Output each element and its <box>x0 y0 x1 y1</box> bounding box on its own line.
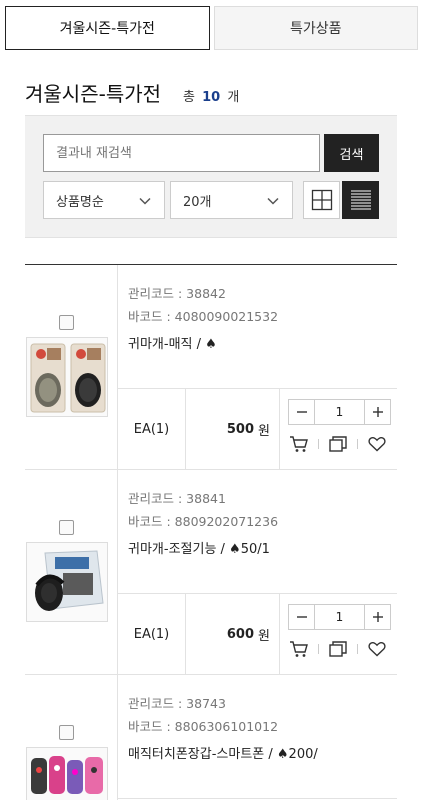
wishlist-button[interactable] <box>366 433 388 455</box>
divider <box>357 644 358 654</box>
minus-button[interactable] <box>289 400 314 424</box>
tab-special-products[interactable]: 특가상품 <box>213 6 418 50</box>
product-left-column <box>25 675 118 800</box>
search-input[interactable] <box>43 134 320 172</box>
search-panel: 검색 상품명순 20개 <box>25 115 397 238</box>
product-actions: 1 <box>288 399 391 458</box>
barcode: 바코드 : 4080090021532 <box>128 309 279 324</box>
product-purchase-area: EA(1) 600 원 1 <box>118 594 397 674</box>
product-icon-actions <box>288 430 391 458</box>
count-value: 10 <box>202 90 221 105</box>
copy-icon <box>329 436 347 452</box>
product-left-column <box>25 470 118 674</box>
quantity-value[interactable]: 1 <box>314 400 365 424</box>
grid-view-button[interactable] <box>303 181 340 219</box>
product-name[interactable]: 귀마개-조절기능 / ♠50/1 <box>128 538 278 561</box>
copy-button[interactable] <box>327 433 349 455</box>
product-actions: 1 <box>288 604 391 663</box>
per-page-select-value: 20개 <box>183 194 212 210</box>
per-page-select[interactable]: 20개 <box>170 181 293 219</box>
count-suffix: 개 <box>227 90 240 105</box>
product-name[interactable]: 매직터치폰장갑-스마트폰 / ♠200/ <box>128 743 318 766</box>
price-value: 500 <box>226 421 255 437</box>
divider <box>357 439 358 449</box>
result-count: 총 10 개 <box>183 86 239 105</box>
product-row: 관리코드 : 38842 바코드 : 4080090021532 귀마개-매직 … <box>25 265 397 469</box>
product-unit: EA(1) <box>118 389 186 469</box>
sort-select-value: 상품명순 <box>56 194 104 210</box>
product-checkbox[interactable] <box>59 520 74 535</box>
list-icon <box>350 190 371 210</box>
divider <box>318 439 319 449</box>
plus-button[interactable] <box>365 400 390 424</box>
product-icon-actions <box>288 635 391 663</box>
earmuff-product-image <box>27 543 107 621</box>
management-code: 관리코드 : 38841 <box>128 491 226 506</box>
add-to-cart-button[interactable] <box>288 433 310 455</box>
heart-icon <box>368 436 386 452</box>
product-left-column <box>25 265 118 469</box>
quantity-stepper: 1 <box>288 399 391 425</box>
plus-button[interactable] <box>365 605 390 629</box>
product-checkbox[interactable] <box>59 725 74 740</box>
product-unit: EA(1) <box>118 594 186 674</box>
count-prefix: 총 <box>183 90 195 105</box>
product-purchase-area: EA(1) 500 원 1 <box>118 389 397 469</box>
product-price: 500 원 <box>186 389 280 469</box>
cart-icon <box>290 436 308 452</box>
plus-icon <box>372 612 383 622</box>
barcode: 바코드 : 8809202071236 <box>128 514 279 529</box>
earmuff-product-image <box>27 338 107 416</box>
cart-icon <box>290 641 308 657</box>
product-image[interactable] <box>26 747 108 800</box>
page-heading: 겨울시즌-특가전 총 10 개 <box>25 78 239 107</box>
price-value: 600 <box>226 626 255 642</box>
page-title: 겨울시즌-특가전 <box>25 82 162 106</box>
grid-icon <box>311 189 332 211</box>
chevron-down-icon <box>267 197 279 205</box>
product-row: 관리코드 : 38841 바코드 : 8809202071236 귀마개-조절기… <box>25 470 397 674</box>
quantity-value[interactable]: 1 <box>314 605 365 629</box>
copy-icon <box>329 641 347 657</box>
minus-button[interactable] <box>289 605 314 629</box>
price-currency: 원 <box>258 423 270 439</box>
list-view-button[interactable] <box>342 181 379 219</box>
management-code: 관리코드 : 38842 <box>128 286 226 301</box>
quantity-stepper: 1 <box>288 604 391 630</box>
product-name[interactable]: 귀마개-매직 / ♠ <box>128 333 278 356</box>
wishlist-button[interactable] <box>366 638 388 660</box>
product-price: 600 원 <box>186 594 280 674</box>
management-code: 관리코드 : 38743 <box>128 696 226 711</box>
category-tabs: 겨울시즌-특가전 특가상품 <box>5 6 418 50</box>
product-info: 관리코드 : 38743 바코드 : 8806306101012 매직터치폰장갑… <box>128 692 318 766</box>
product-checkbox[interactable] <box>59 315 74 330</box>
copy-button[interactable] <box>327 638 349 660</box>
product-info: 관리코드 : 38842 바코드 : 4080090021532 귀마개-매직 … <box>128 282 278 356</box>
product-row: 관리코드 : 38743 바코드 : 8806306101012 매직터치폰장갑… <box>25 675 397 800</box>
tab-winter-season-sale[interactable]: 겨울시즌-특가전 <box>5 6 210 50</box>
product-image[interactable] <box>26 542 108 622</box>
barcode: 바코드 : 8806306101012 <box>128 719 279 734</box>
price-currency: 원 <box>258 628 270 644</box>
plus-icon <box>372 407 383 417</box>
divider <box>118 798 397 799</box>
minus-icon <box>296 616 307 618</box>
add-to-cart-button[interactable] <box>288 638 310 660</box>
gloves-product-image <box>27 748 107 800</box>
search-button[interactable]: 검색 <box>324 134 379 172</box>
product-image[interactable] <box>26 337 108 417</box>
chevron-down-icon <box>139 197 151 205</box>
sort-select[interactable]: 상품명순 <box>43 181 165 219</box>
heart-icon <box>368 641 386 657</box>
product-info: 관리코드 : 38841 바코드 : 8809202071236 귀마개-조절기… <box>128 487 278 561</box>
divider <box>318 644 319 654</box>
minus-icon <box>296 411 307 413</box>
